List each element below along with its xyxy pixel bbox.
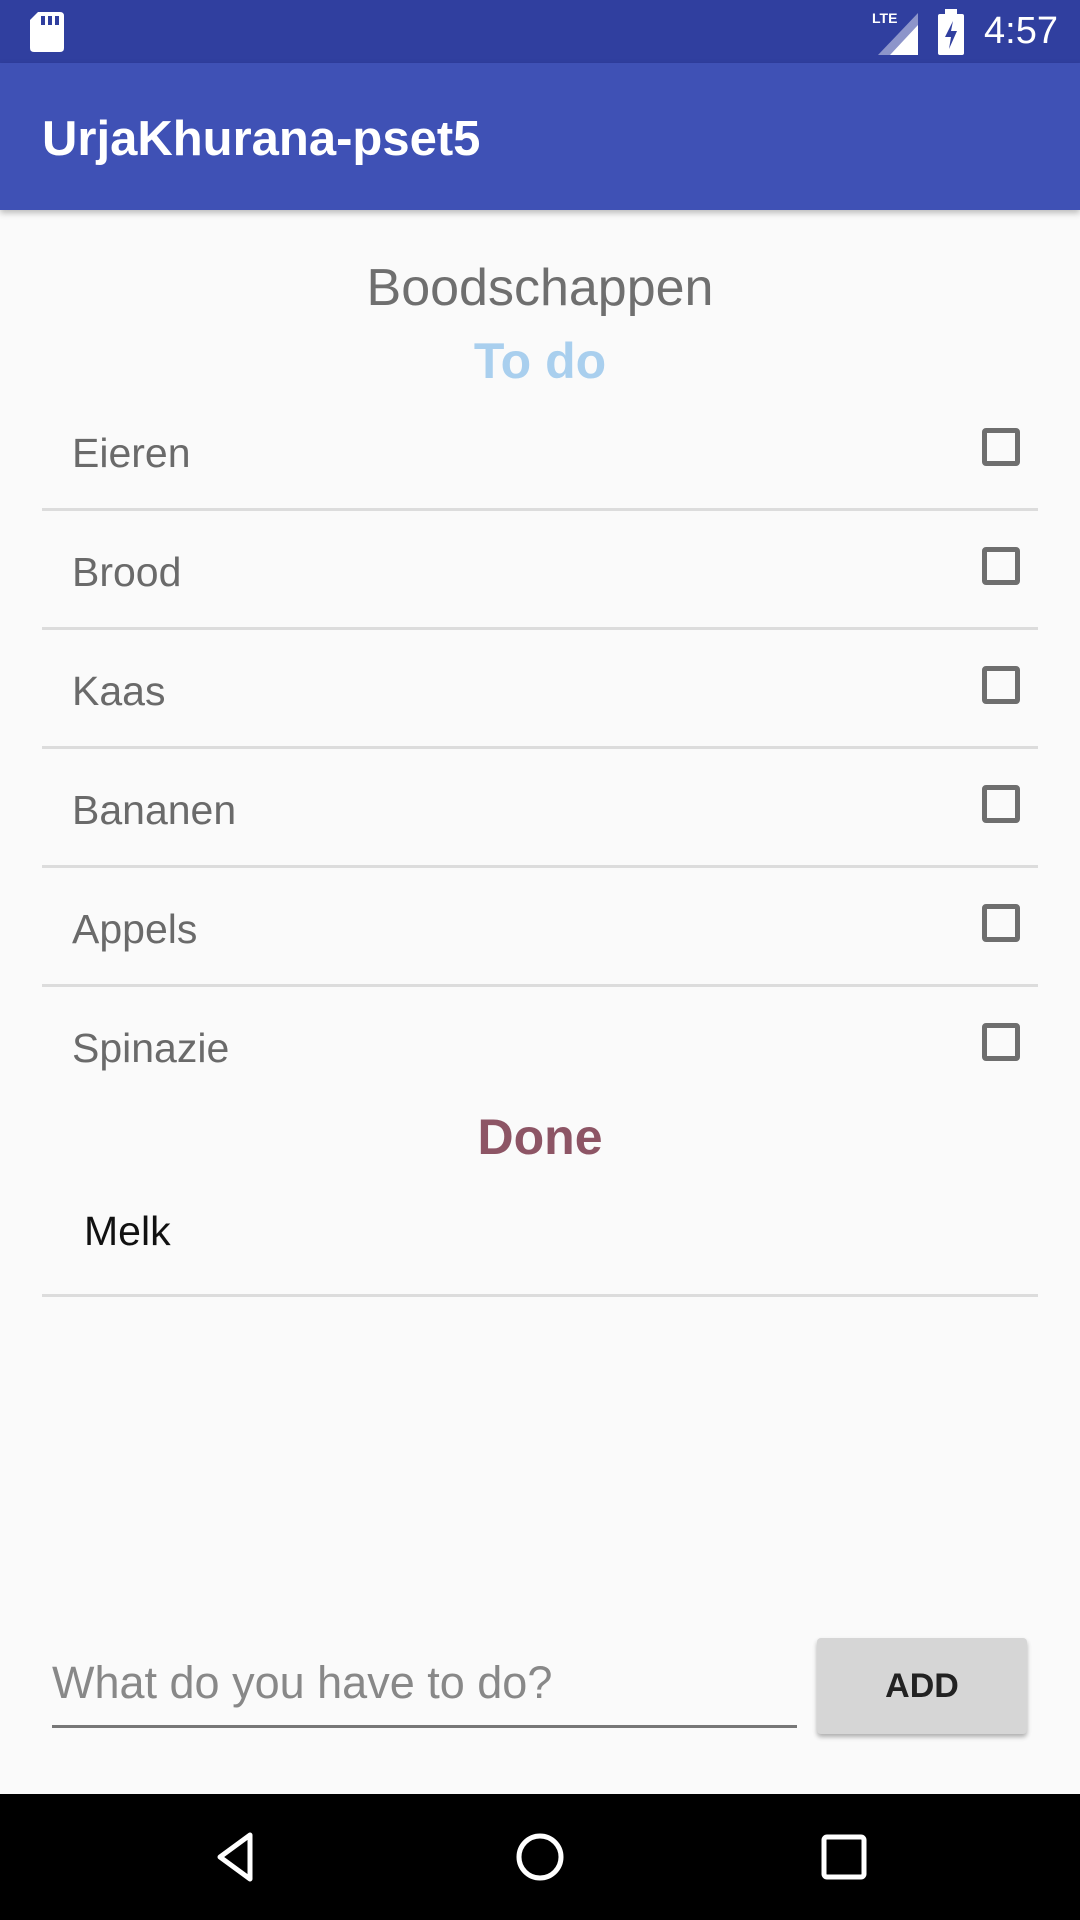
- todo-item-label: Spinazie: [72, 1025, 230, 1071]
- todo-item[interactable]: Bananen: [42, 749, 1038, 868]
- done-section-header: Done: [477, 1109, 603, 1165]
- todo-item-label: Appels: [72, 906, 198, 952]
- navigation-bar: [0, 1794, 1080, 1920]
- todo-item[interactable]: Appels: [42, 868, 1038, 987]
- done-item-label: Melk: [84, 1208, 171, 1254]
- home-icon[interactable]: [510, 1827, 570, 1887]
- done-item[interactable]: Melk: [42, 1176, 1038, 1297]
- add-button[interactable]: ADD: [817, 1638, 1027, 1734]
- todo-checkbox[interactable]: [982, 1023, 1020, 1061]
- todo-section-header: To do: [473, 333, 607, 389]
- todo-checkbox[interactable]: [982, 666, 1020, 704]
- app-bar: UrjaKhurana-pset5: [0, 63, 1080, 210]
- todo-item-label: Kaas: [72, 668, 166, 714]
- list-title: Boodschappen: [366, 259, 714, 317]
- add-task-row: ADD: [52, 1638, 1032, 1734]
- back-icon[interactable]: [206, 1827, 266, 1887]
- recents-icon[interactable]: [814, 1827, 874, 1887]
- todo-checkbox[interactable]: [982, 904, 1020, 942]
- task-input[interactable]: [52, 1640, 797, 1728]
- todo-item[interactable]: Eieren: [42, 392, 1038, 511]
- todo-checkbox[interactable]: [982, 428, 1020, 466]
- status-time: 4:57: [984, 10, 1058, 52]
- app-title: UrjaKhurana-pset5: [42, 112, 481, 166]
- network-label: LTE: [872, 10, 897, 26]
- battery-icon: [938, 8, 965, 55]
- todo-list: Eieren Brood Kaas Bananen Appels Spinazi…: [42, 392, 1038, 1103]
- todo-item[interactable]: Brood: [42, 511, 1038, 630]
- done-list: Melk: [42, 1176, 1038, 1297]
- todo-checkbox[interactable]: [982, 547, 1020, 585]
- todo-checkbox[interactable]: [982, 785, 1020, 823]
- todo-item[interactable]: Kaas: [42, 630, 1038, 749]
- todo-item-label: Brood: [72, 549, 182, 595]
- sd-card-icon: [30, 12, 64, 52]
- todo-item-label: Bananen: [72, 787, 237, 833]
- signal-icon: LTE: [872, 10, 919, 55]
- todo-item-label: Eieren: [72, 430, 191, 476]
- todo-item[interactable]: Spinazie: [42, 987, 1038, 1103]
- status-bar: LTE 4:57: [0, 0, 1080, 63]
